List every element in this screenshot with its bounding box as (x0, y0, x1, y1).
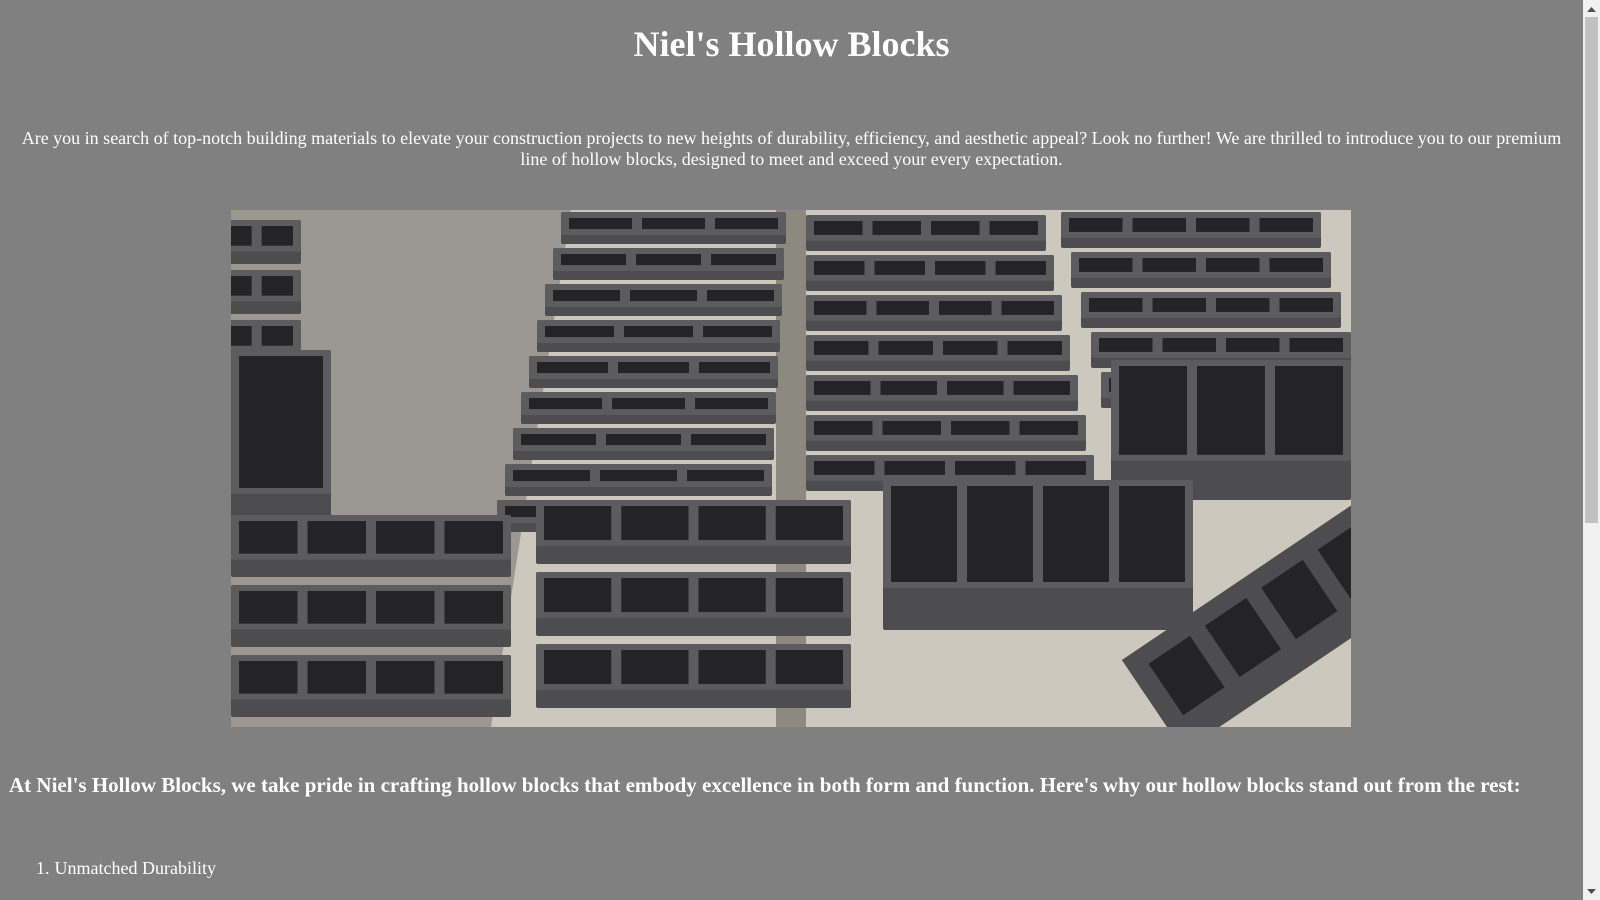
scrollbar-thumb[interactable] (1585, 17, 1598, 523)
hollow-blocks-image (231, 210, 1351, 727)
intro-paragraph: Are you in search of top-notch building … (21, 128, 1562, 169)
scroll-down-button[interactable] (1583, 883, 1600, 900)
list-item-number: 1. (36, 858, 50, 878)
vertical-scrollbar[interactable] (1583, 0, 1600, 900)
hollow-blocks-photo-icon (231, 210, 1351, 727)
list-item-label: Unmatched Durability (54, 858, 216, 878)
chevron-up-icon (1587, 6, 1596, 12)
benefits-list: 1. Unmatched Durability (36, 857, 216, 879)
benefits-heading: At Niel's Hollow Blocks, we take pride i… (9, 773, 1521, 797)
scroll-up-button[interactable] (1583, 0, 1600, 17)
chevron-down-icon (1587, 888, 1596, 894)
list-item: 1. Unmatched Durability (36, 857, 216, 879)
page-content: Niel's Hollow Blocks Are you in search o… (0, 0, 1583, 900)
page-title: Niel's Hollow Blocks (633, 24, 950, 64)
